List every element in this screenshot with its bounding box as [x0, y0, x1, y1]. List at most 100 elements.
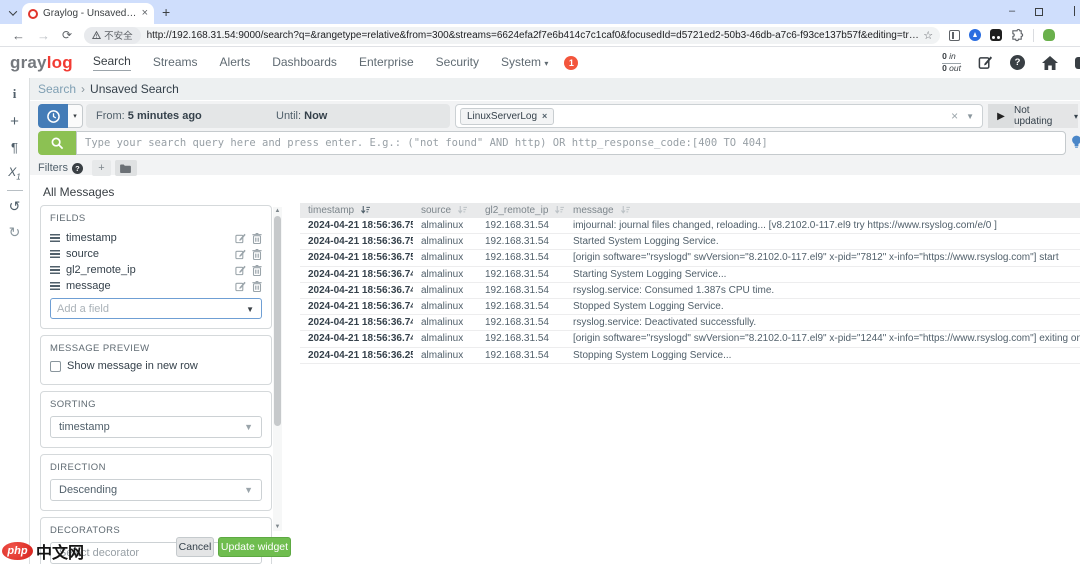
sort-icon[interactable]: [458, 206, 467, 215]
show-message-checkbox[interactable]: [50, 361, 61, 372]
bookmark-star-icon[interactable]: ☆: [923, 29, 933, 42]
lightbulb-icon[interactable]: [1071, 135, 1080, 153]
search-submit-button[interactable]: [38, 131, 76, 155]
breadcrumb-link-search[interactable]: Search: [38, 82, 76, 96]
table-row[interactable]: 2024-04-21 18:56:36.257 almalinux 192.16…: [300, 348, 1080, 364]
scroll-down-icon[interactable]: ▼: [273, 523, 282, 531]
extension-blue-icon[interactable]: [969, 29, 981, 41]
undo-icon[interactable]: ↺: [9, 198, 21, 215]
table-row[interactable]: 2024-04-21 18:56:36.758 almalinux 192.16…: [300, 234, 1080, 250]
sorting-select[interactable]: timestamp▼: [50, 416, 262, 438]
time-range-dropdown[interactable]: ▾: [68, 104, 83, 128]
add-field-input[interactable]: [50, 298, 262, 319]
edit-field-icon[interactable]: [235, 233, 246, 244]
column-header-message[interactable]: message: [565, 205, 1080, 216]
sort-icon[interactable]: [555, 206, 564, 215]
reload-icon[interactable]: ⟳: [62, 28, 72, 42]
chevron-down-icon[interactable]: ▼: [966, 112, 974, 121]
refresh-rate-dropdown[interactable]: Not updating▾: [1014, 104, 1078, 128]
search-query-input[interactable]: [76, 131, 1066, 155]
security-badge[interactable]: 不安全: [84, 27, 141, 44]
delete-field-icon[interactable]: [252, 281, 262, 292]
sort-icon[interactable]: [621, 206, 630, 215]
browser-tab-strip: Graylog - Unsaved Search × + –: [0, 0, 1080, 24]
drag-handle-icon[interactable]: [50, 234, 60, 242]
new-tab-button[interactable]: +: [162, 4, 170, 20]
extensions-puzzle-icon[interactable]: [1011, 29, 1024, 42]
clock-icon[interactable]: [38, 104, 68, 128]
time-range-display[interactable]: From: 5 minutes ago Until: Now: [86, 104, 450, 128]
delete-field-icon[interactable]: [252, 249, 262, 260]
window-minimize-button[interactable]: –: [1009, 5, 1015, 17]
delete-field-icon[interactable]: [252, 233, 262, 244]
throughput-indicator[interactable]: 0 in 0 out: [942, 52, 961, 74]
edit-field-icon[interactable]: [235, 265, 246, 276]
table-row[interactable]: 2024-04-21 18:56:36.759 almalinux 192.16…: [300, 218, 1080, 234]
delete-field-icon[interactable]: [252, 265, 262, 276]
home-icon[interactable]: [1042, 56, 1058, 70]
cancel-button[interactable]: Cancel: [176, 537, 214, 557]
drag-handle-icon[interactable]: [50, 282, 60, 290]
time-range-button[interactable]: ▾: [38, 104, 83, 128]
play-button[interactable]: ▶: [988, 104, 1014, 128]
nav-item-alerts[interactable]: Alerts: [220, 55, 251, 71]
notification-badge[interactable]: 1: [564, 56, 578, 70]
sort-active-icon[interactable]: [361, 206, 370, 215]
breadcrumb-separator: ›: [81, 82, 85, 96]
nav-item-streams[interactable]: Streams: [153, 55, 198, 71]
direction-select[interactable]: Descending▼: [50, 479, 262, 501]
extension-dark-icon[interactable]: [990, 29, 1002, 41]
nav-item-dashboards[interactable]: Dashboards: [272, 55, 337, 71]
url-text[interactable]: http://192.168.31.54:9000/search?q=&rang…: [147, 30, 920, 41]
extension-green-icon[interactable]: [1043, 29, 1055, 41]
view-description-icon[interactable]: i: [13, 86, 17, 102]
table-row[interactable]: 2024-04-21 18:56:36.758 almalinux 192.16…: [300, 250, 1080, 266]
edit-field-icon[interactable]: [235, 249, 246, 260]
drag-handle-icon[interactable]: [50, 266, 60, 274]
nav-item-system[interactable]: System ▾: [501, 55, 548, 71]
user-avatar[interactable]: [1075, 57, 1080, 69]
url-field[interactable]: 不安全 http://192.168.31.54:9000/search?q=&…: [84, 27, 940, 44]
table-row[interactable]: 2024-04-21 18:56:36.743 almalinux 192.16…: [300, 283, 1080, 299]
update-widget-button[interactable]: Update widget: [218, 537, 291, 557]
formatting-icon[interactable]: ¶: [11, 140, 18, 155]
browser-tab[interactable]: Graylog - Unsaved Search ×: [22, 3, 154, 24]
scrollbar-thumb[interactable]: [274, 216, 281, 426]
window-close-button[interactable]: [1074, 6, 1080, 16]
column-header-source[interactable]: source: [413, 205, 477, 216]
from-label: From:: [96, 110, 125, 122]
add-filter-button[interactable]: +: [92, 160, 111, 176]
widget-config-panel: FIELDS timestamp source: [40, 205, 272, 533]
tab-close-icon[interactable]: ×: [142, 8, 148, 19]
fields-icon[interactable]: X1: [8, 165, 20, 181]
graylog-logo[interactable]: graylog: [10, 53, 73, 73]
table-row[interactable]: 2024-04-21 18:56:36.743 almalinux 192.16…: [300, 315, 1080, 331]
back-icon[interactable]: ←: [12, 28, 25, 43]
remove-stream-icon[interactable]: ×: [542, 111, 547, 121]
table-row[interactable]: 2024-04-21 18:56:36.743 almalinux 192.16…: [300, 299, 1080, 315]
table-row[interactable]: 2024-04-21 18:56:36.741 almalinux 192.16…: [300, 331, 1080, 347]
filters-help-icon[interactable]: ?: [72, 163, 83, 174]
nav-item-security[interactable]: Security: [436, 55, 479, 71]
help-icon[interactable]: ?: [1010, 55, 1025, 70]
tab-search-button[interactable]: [5, 5, 20, 20]
window-restore-button[interactable]: [1035, 8, 1043, 16]
side-panel-icon[interactable]: [949, 30, 960, 41]
redo-icon[interactable]: ↻: [9, 224, 21, 241]
edit-field-icon[interactable]: [235, 281, 246, 292]
edit-mode-icon[interactable]: [978, 55, 993, 70]
table-row[interactable]: 2024-04-21 18:56:36.745 almalinux 192.16…: [300, 267, 1080, 283]
nav-item-enterprise[interactable]: Enterprise: [359, 55, 414, 71]
clear-streams-icon[interactable]: ×: [951, 109, 958, 123]
drag-handle-icon[interactable]: [50, 250, 60, 258]
config-panel-scrollbar[interactable]: ▲ ▼: [273, 207, 282, 531]
forward-icon[interactable]: →: [37, 28, 50, 43]
create-widget-icon[interactable]: +: [10, 113, 19, 130]
nav-item-search[interactable]: Search: [93, 54, 131, 71]
column-header-timestamp[interactable]: timestamp: [300, 205, 413, 216]
column-header-gl2-remote-ip[interactable]: gl2_remote_ip: [477, 205, 565, 216]
stream-select[interactable]: LinuxServerLog × × ▼: [455, 104, 983, 128]
scroll-up-icon[interactable]: ▲: [273, 207, 282, 215]
stream-chip[interactable]: LinuxServerLog ×: [460, 108, 554, 125]
saved-filters-button[interactable]: [115, 160, 137, 176]
